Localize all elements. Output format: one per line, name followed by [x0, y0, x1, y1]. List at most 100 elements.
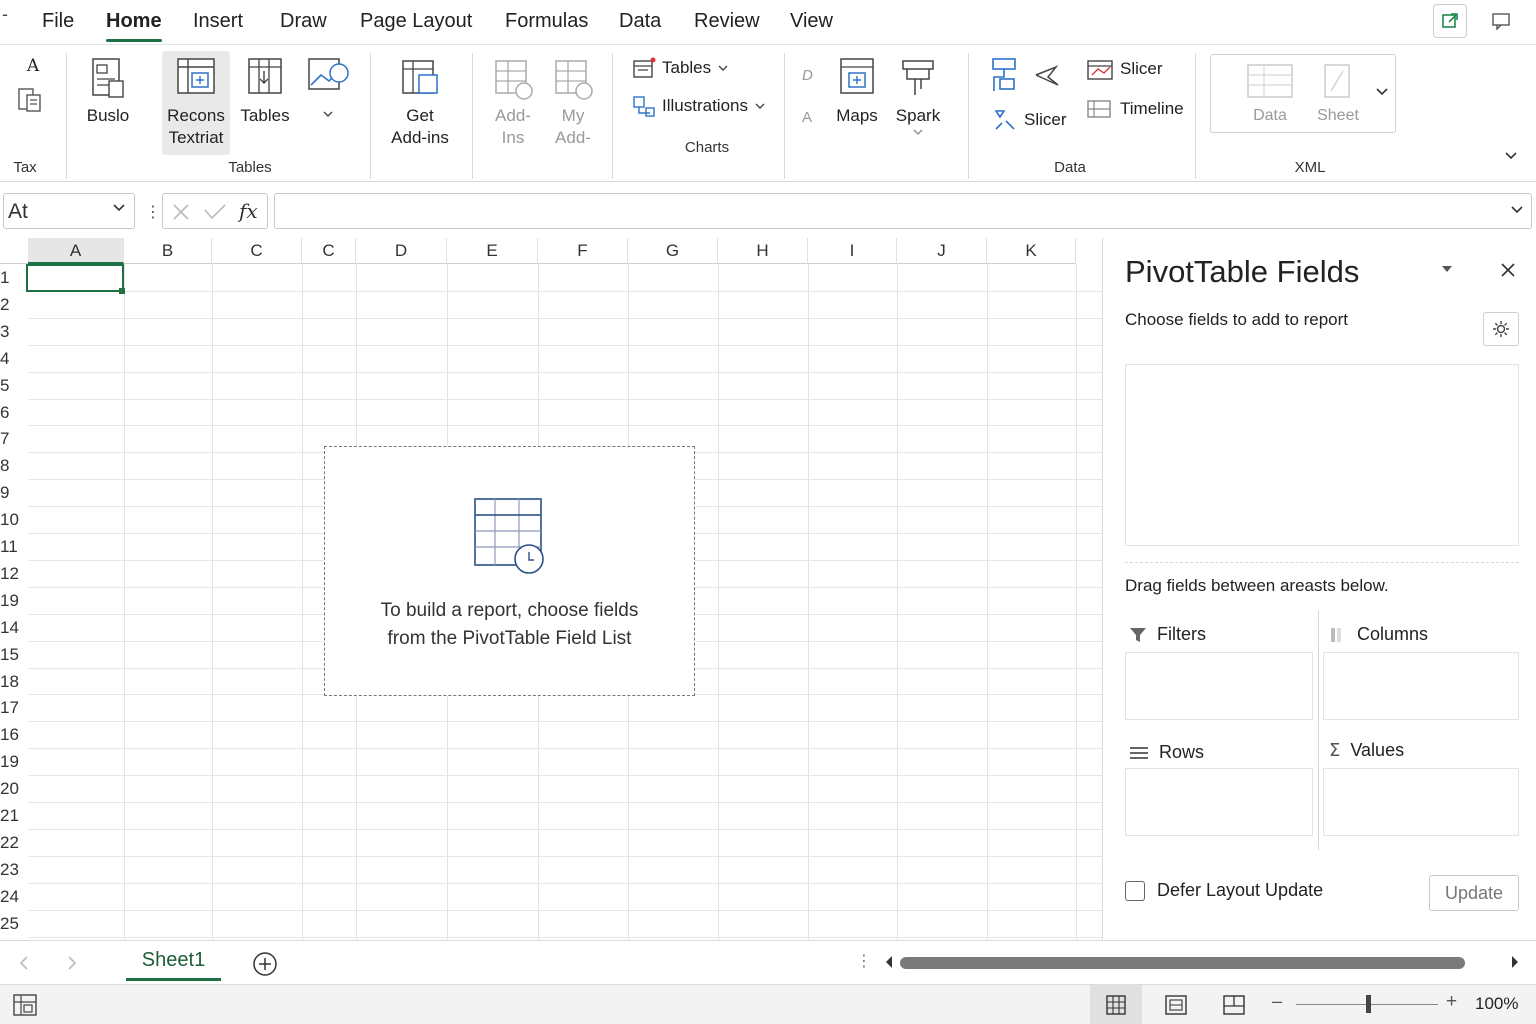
- xml-gallery-expand[interactable]: [1374, 85, 1390, 103]
- row-header[interactable]: 22: [0, 830, 28, 856]
- xml-gallery[interactable]: [1210, 54, 1396, 133]
- columns-drop-area[interactable]: [1323, 652, 1519, 720]
- get-addins-button[interactable]: Get Add-ins: [384, 55, 456, 149]
- row-header[interactable]: 24: [0, 884, 28, 910]
- zoom-slider-thumb[interactable]: [1366, 995, 1371, 1013]
- paste-button[interactable]: [15, 85, 45, 119]
- select-all-corner[interactable]: [0, 238, 28, 264]
- row-header[interactable]: 10: [0, 507, 28, 533]
- tab-insert[interactable]: Insert: [193, 10, 243, 33]
- close-icon[interactable]: [1500, 262, 1516, 278]
- row-header[interactable]: 8: [0, 453, 28, 479]
- cancel-icon[interactable]: [171, 202, 191, 222]
- charts-tables-dropdown[interactable]: Tables: [632, 57, 729, 79]
- connector-icon[interactable]: [1032, 61, 1062, 96]
- tab-view[interactable]: View: [790, 10, 833, 33]
- defer-checkbox[interactable]: [1125, 880, 1145, 901]
- chevron-down-icon[interactable]: [1509, 204, 1525, 216]
- filters-drop-area[interactable]: [1125, 652, 1313, 720]
- row-header[interactable]: 1: [0, 265, 28, 291]
- row-header[interactable]: 16: [0, 722, 28, 748]
- fill-handle[interactable]: [119, 288, 125, 294]
- column-header[interactable]: F: [538, 238, 628, 264]
- column-header[interactable]: J: [897, 238, 987, 264]
- active-cell[interactable]: [26, 264, 124, 292]
- tab-data[interactable]: Data: [619, 10, 661, 33]
- name-box[interactable]: At: [3, 193, 135, 229]
- maps-button[interactable]: Maps: [830, 55, 884, 127]
- scroll-right-icon[interactable]: [66, 955, 78, 971]
- xml-data-button[interactable]: Data: [1240, 61, 1300, 127]
- spark-button[interactable]: Spark: [890, 55, 946, 141]
- row-header[interactable]: 3: [0, 319, 28, 345]
- column-header[interactable]: D: [356, 238, 447, 264]
- values-drop-area[interactable]: [1323, 768, 1519, 836]
- row-header[interactable]: 9: [0, 480, 28, 506]
- sort-letter-a[interactable]: A: [802, 109, 812, 126]
- row-header[interactable]: 21: [0, 803, 28, 829]
- row-header[interactable]: 12: [0, 561, 28, 587]
- row-header[interactable]: 7: [0, 426, 28, 452]
- zoom-level[interactable]: 100%: [1475, 994, 1518, 1014]
- slicer-small-button[interactable]: Slicer: [992, 107, 1067, 133]
- row-header[interactable]: 15: [0, 642, 28, 668]
- tab-home[interactable]: Home: [106, 10, 162, 42]
- tab-formulas[interactable]: Formulas: [505, 10, 588, 33]
- column-header[interactable]: C: [212, 238, 302, 264]
- column-header[interactable]: E: [447, 238, 538, 264]
- page-break-view-icon[interactable]: [1222, 994, 1246, 1016]
- add-sheet-icon[interactable]: [252, 951, 278, 977]
- slicer-button[interactable]: Slicer: [1086, 57, 1163, 81]
- flowchart-icon[interactable]: [990, 57, 1020, 98]
- row-header[interactable]: 14: [0, 615, 28, 641]
- column-header[interactable]: C: [302, 238, 356, 264]
- timeline-button[interactable]: Timeline: [1086, 97, 1184, 121]
- column-header[interactable]: K: [987, 238, 1076, 264]
- share-button[interactable]: [1433, 4, 1467, 38]
- macro-recording-icon[interactable]: [12, 993, 38, 1017]
- comments-button[interactable]: [1484, 4, 1518, 38]
- column-header[interactable]: I: [808, 238, 897, 264]
- hscroll-right-icon[interactable]: [1510, 955, 1520, 969]
- sheet-tab-sheet1[interactable]: Sheet1: [126, 941, 221, 981]
- illustrations-dropdown[interactable]: Illustrations: [632, 95, 766, 117]
- tab-file[interactable]: File: [42, 10, 74, 33]
- tab-page-layout[interactable]: Page Layout: [360, 10, 472, 33]
- addins-button[interactable]: Add- Ins: [486, 55, 540, 149]
- row-header[interactable]: 11: [0, 534, 28, 560]
- normal-view-button[interactable]: [1090, 985, 1142, 1024]
- column-header[interactable]: B: [124, 238, 212, 264]
- zoom-in-icon[interactable]: +: [1446, 991, 1457, 1013]
- column-header[interactable]: H: [718, 238, 808, 264]
- row-header[interactable]: 6: [0, 400, 28, 426]
- xml-sheet-button[interactable]: Sheet: [1310, 61, 1366, 127]
- row-header[interactable]: 19: [0, 588, 28, 614]
- defer-layout-update[interactable]: Defer Layout Update: [1125, 880, 1323, 901]
- row-header[interactable]: 23: [0, 857, 28, 883]
- row-header[interactable]: 25: [0, 911, 28, 937]
- tables-button[interactable]: Tables: [238, 55, 292, 127]
- row-header[interactable]: 19: [0, 749, 28, 775]
- formula-input[interactable]: [274, 193, 1532, 229]
- sort-letter-d[interactable]: D: [802, 67, 813, 84]
- scroll-left-icon[interactable]: [18, 955, 30, 971]
- column-header[interactable]: G: [628, 238, 718, 264]
- pivot-table-placeholder[interactable]: To build a report, choose fields from th…: [324, 446, 695, 696]
- ribbon-collapse-button[interactable]: [1503, 149, 1519, 167]
- pane-settings-button[interactable]: [1483, 312, 1519, 346]
- row-header[interactable]: 5: [0, 373, 28, 399]
- more-options-icon[interactable]: ⋮: [145, 202, 161, 222]
- page-layout-view-icon[interactable]: [1164, 994, 1188, 1016]
- splitter-handle-icon[interactable]: ⋮: [856, 951, 872, 971]
- update-button[interactable]: Update: [1429, 875, 1519, 911]
- row-header[interactable]: 20: [0, 776, 28, 802]
- tab-draw[interactable]: Draw: [280, 10, 327, 33]
- zoom-out-icon[interactable]: –: [1272, 991, 1282, 1012]
- row-header[interactable]: 4: [0, 346, 28, 372]
- font-button[interactable]: A: [18, 55, 48, 77]
- my-addins-button[interactable]: My Add-: [546, 55, 600, 149]
- pane-options-icon[interactable]: [1440, 264, 1454, 274]
- horizontal-scrollbar[interactable]: [900, 957, 1465, 969]
- rows-drop-area[interactable]: [1125, 768, 1313, 836]
- column-header[interactable]: A: [28, 238, 124, 264]
